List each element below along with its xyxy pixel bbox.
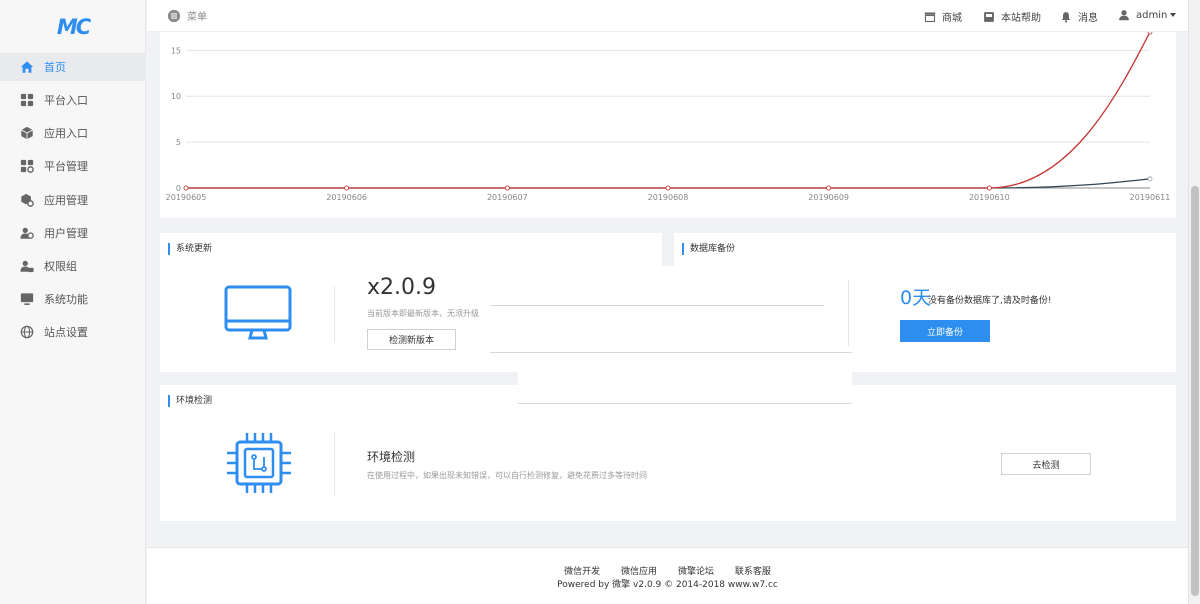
environment-check-description: 在使用过程中，如果出现未知错误，可以自行检测修复，避免花费过多等待时间 <box>367 471 647 480</box>
chart-point <box>504 185 510 191</box>
caret-down-icon <box>1170 13 1177 17</box>
footer-link-wechat-dev[interactable]: 微信开发 <box>564 567 600 577</box>
chart-x-tick-label: 20190607 <box>487 193 528 202</box>
chart-x-tick-label: 20190605 <box>166 193 207 202</box>
version-number: x2.0.9 <box>367 275 436 300</box>
messages-link[interactable]: 消息 <box>1060 9 1098 24</box>
chip-icon <box>227 433 291 493</box>
chart-y-tick-label: 0 <box>176 184 181 193</box>
sidebar-item-permission-group[interactable]: 权限组 <box>0 252 146 280</box>
environment-check-panel: 环境检测 环境检测 在使用过程中，如果出现未知错误，可以自行检测修复，避免花费过… <box>160 385 1176 521</box>
page-scrollbar[interactable] <box>1188 0 1200 604</box>
dropdown-overlay <box>518 353 852 403</box>
chart-point <box>344 185 350 191</box>
cube-gear-icon <box>21 193 34 207</box>
chart-point <box>665 185 671 191</box>
overlay-divider <box>490 305 824 306</box>
help-link[interactable]: 本站帮助 <box>983 9 1041 24</box>
cube-icon <box>21 126 33 140</box>
monitor-icon <box>224 285 292 340</box>
chart-point <box>1147 176 1153 182</box>
footer: 微信开发 微信应用 微擎论坛 联系客服 Powered by 微擎 v2.0.9… <box>147 547 1188 604</box>
backup-warning: 没有备份数据库了,请及时备份! <box>928 296 1052 306</box>
grid-icon <box>20 93 34 107</box>
footer-copyright: Powered by 微擎 v2.0.9 © 2014-2018 www.w7.… <box>557 580 778 590</box>
chart-x-tick-label: 20190610 <box>969 193 1010 202</box>
globe-icon <box>20 325 34 339</box>
sidebar-item-app-entry[interactable]: 应用入口 <box>0 119 146 147</box>
sidebar-item-site-settings[interactable]: 站点设置 <box>0 318 146 346</box>
divider <box>334 432 335 496</box>
sidebar: MC 首页 平台入口 应用入口 平台管理 应用管理 用户管理 权限组 系统功能 … <box>0 0 146 604</box>
chart-y-tick-label: 5 <box>176 138 181 147</box>
trend-chart-panel: 0 5 10 15 20190605 20190606 20190607 20190608 20… <box>160 32 1176 218</box>
sidebar-item-home[interactable]: 首页 <box>0 53 146 81</box>
trend-line-chart: 0 5 10 15 20190605 20190606 20190607 20190608 20… <box>166 32 1171 202</box>
dropdown-overlay <box>490 266 834 353</box>
logo[interactable]: MC <box>0 0 146 54</box>
chart-x-tick-label: 20190608 <box>648 193 689 202</box>
chart-point <box>826 185 832 191</box>
divider <box>334 286 335 342</box>
footer-link-support[interactable]: 联系客服 <box>735 567 771 577</box>
chart-x-tick-label: 20190606 <box>326 193 367 202</box>
monitor-icon <box>20 293 34 305</box>
menu-icon <box>167 9 181 22</box>
environment-check-title: 环境检测 <box>367 450 416 464</box>
home-icon <box>20 61 34 73</box>
book-icon <box>984 11 994 22</box>
chart-point <box>986 185 992 191</box>
chart-point <box>183 185 189 191</box>
backup-now-button[interactable]: 立即备份 <box>900 320 990 342</box>
system-update-title: 系统更新 <box>168 243 212 255</box>
bell-icon <box>1061 11 1071 22</box>
chart-y-tick-label: 10 <box>171 92 181 101</box>
chart-point <box>1147 32 1153 35</box>
overlay-divider <box>490 352 852 353</box>
divider <box>848 280 849 346</box>
backup-days: 0天 <box>900 287 932 309</box>
grid-gear-icon <box>20 159 34 173</box>
database-backup-title: 数据库备份 <box>682 243 735 255</box>
footer-link-wechat-apps[interactable]: 微信应用 <box>621 567 657 577</box>
check-update-button[interactable]: 检测新版本 <box>367 329 456 350</box>
overlay-divider <box>518 403 852 404</box>
environment-check-section-title: 环境检测 <box>168 395 212 407</box>
chart-x-tick-label: 20190609 <box>808 193 849 202</box>
logo-text: MC <box>56 15 91 39</box>
version-description: 当前版本即最新版本，无须升级 <box>367 309 479 318</box>
menu-toggle-button[interactable]: 菜单 <box>167 8 207 23</box>
sidebar-item-app-manage[interactable]: 应用管理 <box>0 186 146 214</box>
chart-y-tick-label: 15 <box>171 46 181 55</box>
footer-links: 微信开发 微信应用 微擎论坛 联系客服 <box>147 564 1188 577</box>
user-lock-icon <box>20 260 34 273</box>
footer-link-forum[interactable]: 微擎论坛 <box>678 567 714 577</box>
chart-x-tick-label: 20190611 <box>1130 193 1171 202</box>
shop-link[interactable]: 商城 <box>924 9 962 24</box>
go-check-button[interactable]: 去检测 <box>1001 453 1091 475</box>
users-icon <box>20 227 34 239</box>
sidebar-item-user-manage[interactable]: 用户管理 <box>0 219 146 247</box>
top-header: 菜单 商城 本站帮助 消息 admin <box>147 0 1188 32</box>
sidebar-item-platform-entry[interactable]: 平台入口 <box>0 86 146 114</box>
sidebar-item-platform-manage[interactable]: 平台管理 <box>0 152 146 180</box>
user-menu[interactable]: admin <box>1118 9 1177 21</box>
sidebar-item-system-functions[interactable]: 系统功能 <box>0 285 146 313</box>
user-icon <box>1119 10 1129 21</box>
scrollbar-thumb[interactable] <box>1191 186 1199 596</box>
chart-series-line <box>186 32 1151 189</box>
store-icon <box>924 12 936 22</box>
